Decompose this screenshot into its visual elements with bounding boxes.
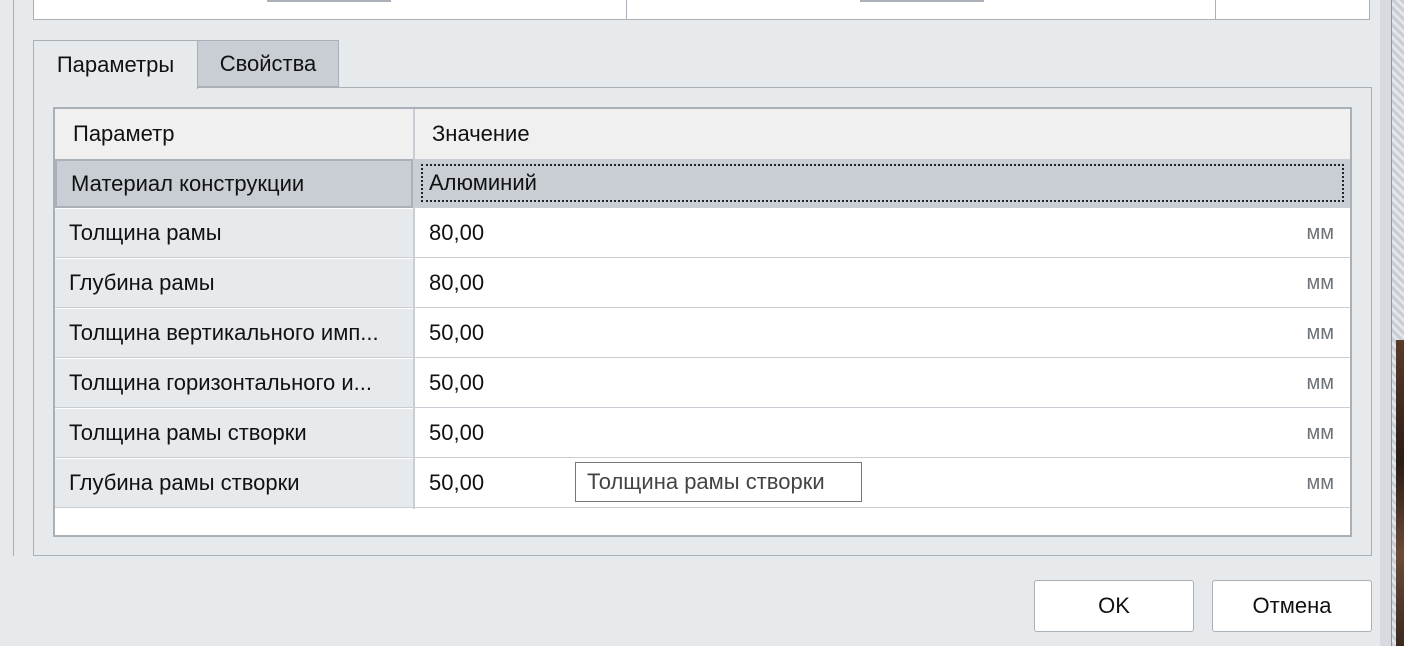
table-row[interactable]: Толщина вертикального имп... 50,00 мм: [55, 309, 1350, 359]
table-row[interactable]: Толщина рамы створки 50,00 мм: [55, 409, 1350, 459]
unit-label: мм: [1306, 222, 1335, 244]
scroll-thumb[interactable]: [860, 0, 984, 2]
unit-label: мм: [1306, 372, 1335, 394]
row-name[interactable]: Толщина горизонтального и...: [55, 359, 413, 408]
row-value: 80,00: [429, 270, 485, 295]
unit-label: мм: [1306, 422, 1335, 444]
column-header-parameter[interactable]: Параметр: [73, 109, 174, 159]
tab-parameters[interactable]: Параметры: [33, 40, 198, 89]
table-row[interactable]: Толщина горизонтального и... 50,00 мм: [55, 359, 1350, 409]
row-value: 80,00: [429, 220, 485, 245]
sash-depth-input[interactable]: 50,00: [415, 459, 1350, 508]
sash-thickness-input[interactable]: 50,00: [415, 409, 1350, 458]
row-name[interactable]: Толщина вертикального имп...: [55, 309, 413, 358]
top-panel: [33, 0, 1370, 20]
frame-depth-input[interactable]: 80,00: [415, 259, 1350, 308]
row-value: Алюминий: [429, 170, 537, 195]
unit-label: мм: [1306, 322, 1335, 344]
row-value: 50,00: [429, 420, 485, 445]
row-value: 50,00: [429, 470, 485, 495]
table-row[interactable]: Глубина рамы 80,00 мм: [55, 259, 1350, 309]
row-name[interactable]: Глубина рамы: [55, 259, 413, 308]
tooltip: Толщина рамы створки: [575, 462, 862, 502]
column-separator[interactable]: [413, 109, 415, 159]
table-row[interactable]: Толщина рамы 80,00 мм: [55, 209, 1350, 259]
row-name[interactable]: Толщина рамы створки: [55, 409, 413, 458]
horizontal-mullion-input[interactable]: 50,00: [415, 359, 1350, 408]
ok-button[interactable]: OK: [1034, 580, 1194, 632]
row-value: 50,00: [429, 370, 485, 395]
row-name[interactable]: Материал конструкции: [55, 159, 413, 208]
tab-properties[interactable]: Свойства: [197, 40, 339, 87]
focus-rectangle: [421, 164, 1344, 202]
background-image: [1396, 340, 1404, 646]
column-divider: [1215, 0, 1216, 19]
row-name[interactable]: Толщина рамы: [55, 209, 413, 258]
cancel-button[interactable]: Отмена: [1212, 580, 1372, 632]
vertical-mullion-input[interactable]: 50,00: [415, 309, 1350, 358]
unit-label: мм: [1306, 472, 1335, 494]
scroll-thumb[interactable]: [267, 0, 391, 2]
row-value: 50,00: [429, 320, 485, 345]
column-divider: [626, 0, 627, 19]
unit-label: мм: [1306, 272, 1335, 294]
frame-thickness-input[interactable]: 80,00: [415, 209, 1350, 258]
table-row[interactable]: Материал конструкции Алюминий: [55, 159, 1350, 209]
left-panel-edge: [0, 0, 14, 556]
column-header-value[interactable]: Значение: [432, 109, 530, 159]
background-window: [1380, 0, 1404, 646]
row-name[interactable]: Глубина рамы створки: [55, 459, 413, 508]
grid-header: Параметр Значение: [55, 109, 1350, 160]
